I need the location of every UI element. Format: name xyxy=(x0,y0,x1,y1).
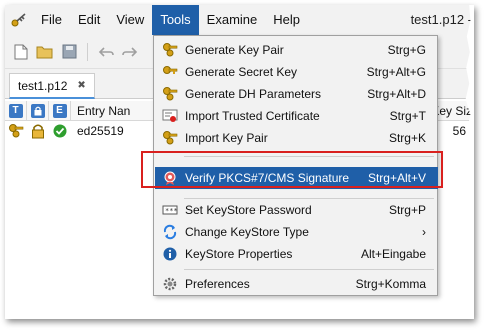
undo-icon[interactable] xyxy=(96,42,116,62)
column-type-header[interactable]: T xyxy=(5,100,27,121)
key-pair-icon xyxy=(159,39,181,61)
menu-item-label: Preferences xyxy=(185,277,250,291)
annotation-highlight-box xyxy=(141,151,443,188)
dh-parameters-icon xyxy=(159,83,181,105)
menu-item-label: Generate Secret Key xyxy=(185,65,298,79)
key-size-cell: 56 xyxy=(452,124,466,138)
menu-help[interactable]: Help xyxy=(265,5,308,35)
menu-item-import-trusted-certificate[interactable]: Import Trusted Certificate Strg+T xyxy=(155,105,438,127)
menu-item-shortcut: Strg+Alt+G xyxy=(366,65,426,79)
menu-separator xyxy=(184,269,434,270)
lock-column-icon xyxy=(30,103,45,118)
tab-keystore[interactable]: test1.p12 ✖ xyxy=(9,73,95,99)
redo-icon[interactable] xyxy=(120,42,140,62)
menu-item-shortcut: Strg+P xyxy=(388,203,426,217)
menu-examine[interactable]: Examine xyxy=(199,5,266,35)
close-icon[interactable]: ✖ xyxy=(77,80,85,91)
type-column-icon: T xyxy=(8,103,23,118)
change-type-icon xyxy=(159,221,181,243)
lock-icon xyxy=(27,121,49,141)
svg-text:***: *** xyxy=(165,207,178,215)
menu-item-shortcut: Strg+Alt+D xyxy=(367,87,426,101)
column-expiry-header[interactable]: E xyxy=(49,100,71,121)
open-folder-icon[interactable] xyxy=(35,42,55,62)
properties-icon xyxy=(159,243,181,265)
menu-item-label: Generate Key Pair xyxy=(185,43,284,57)
menu-item-preferences[interactable]: Preferences Strg+Komma xyxy=(155,273,438,295)
gear-icon xyxy=(159,273,181,295)
menu-item-label: Generate DH Parameters xyxy=(185,87,322,101)
menu-item-shortcut: Strg+G xyxy=(387,43,426,57)
password-icon: *** xyxy=(159,199,181,221)
menu-item-generate-key-pair[interactable]: Generate Key Pair Strg+G xyxy=(155,39,438,61)
menu-edit[interactable]: Edit xyxy=(70,5,108,35)
menu-file[interactable]: File xyxy=(33,5,70,35)
save-icon[interactable] xyxy=(59,42,79,62)
menu-item-set-keystore-password[interactable]: *** Set KeyStore Password Strg+P xyxy=(155,199,438,221)
certificate-icon xyxy=(159,105,181,127)
menu-item-keystore-properties[interactable]: KeyStore Properties Alt+Eingabe xyxy=(155,243,438,265)
menu-item-label: Change KeyStore Type xyxy=(185,225,309,239)
submenu-arrow-icon: › xyxy=(422,225,426,239)
toolbar-separator xyxy=(87,42,88,61)
app-logo-icon xyxy=(5,5,33,35)
entry-name-cell: ed25519 xyxy=(77,124,124,138)
valid-check-icon xyxy=(49,121,71,141)
menu-item-label: Set KeyStore Password xyxy=(185,203,312,217)
menu-item-label: Import Trusted Certificate xyxy=(185,109,320,123)
menu-item-label: KeyStore Properties xyxy=(185,247,293,261)
menu-item-shortcut: Strg+T xyxy=(389,109,426,123)
menu-tools[interactable]: Tools xyxy=(152,5,199,35)
menu-view[interactable]: View xyxy=(108,5,152,35)
menu-item-import-key-pair[interactable]: Import Key Pair Strg+K xyxy=(155,127,438,149)
menu-item-label: Import Key Pair xyxy=(185,131,268,145)
new-file-icon[interactable] xyxy=(11,42,31,62)
key-pair-icon xyxy=(5,121,27,141)
secret-key-icon xyxy=(159,61,181,83)
window-title: test1.p12 - xyxy=(410,12,472,27)
column-lock-header[interactable] xyxy=(27,100,49,121)
torn-edge-bottom xyxy=(5,312,474,319)
menu-item-shortcut: Strg+Komma xyxy=(355,277,426,291)
menu-item-shortcut: Alt+Eingabe xyxy=(360,247,426,261)
menu-item-generate-dh-parameters[interactable]: Generate DH Parameters Strg+Alt+D xyxy=(155,83,438,105)
menu-item-shortcut: Strg+K xyxy=(388,131,426,145)
column-entry-name-header[interactable]: Entry Nan xyxy=(71,104,130,118)
menu-item-generate-secret-key[interactable]: Generate Secret Key Strg+Alt+G xyxy=(155,61,438,83)
import-key-pair-icon xyxy=(159,127,181,149)
tab-label: test1.p12 xyxy=(18,78,68,93)
menu-item-change-keystore-type[interactable]: Change KeyStore Type › xyxy=(155,221,438,243)
expiry-column-icon: E xyxy=(52,103,67,118)
menu-bar: File Edit View Tools Examine Help test1.… xyxy=(5,5,474,35)
